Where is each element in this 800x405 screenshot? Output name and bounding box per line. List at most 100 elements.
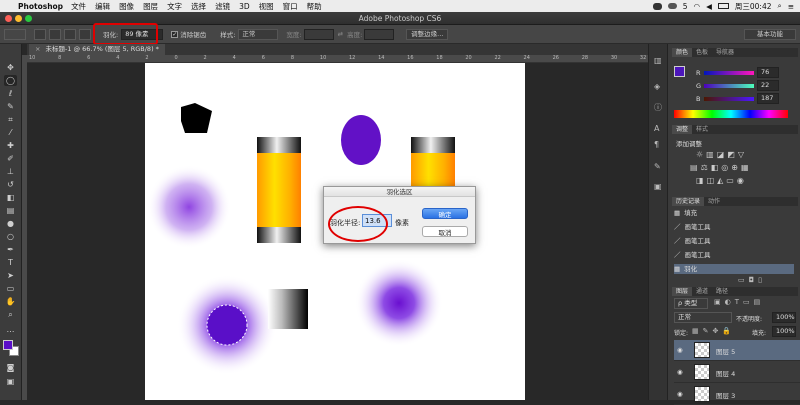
- brush-panel-icon[interactable]: ✎: [654, 162, 661, 171]
- history-item[interactable]: ／画笔工具: [674, 236, 794, 246]
- menu-select[interactable]: 选择: [191, 1, 206, 12]
- hue-sat-icon[interactable]: ▤: [690, 163, 701, 172]
- g-input[interactable]: 22: [757, 80, 779, 91]
- info-panel-icon[interactable]: ⓘ: [654, 102, 662, 113]
- r-input[interactable]: 76: [757, 67, 779, 78]
- tab-color[interactable]: 颜色: [672, 48, 693, 57]
- filter-type-icon[interactable]: T: [735, 298, 743, 306]
- clock[interactable]: 周三00:42: [735, 1, 772, 12]
- menu-image[interactable]: 图像: [119, 1, 134, 12]
- history-item[interactable]: ／画笔工具: [674, 222, 794, 232]
- menu-file[interactable]: 文件: [71, 1, 86, 12]
- gradient-map-icon[interactable]: ▭: [726, 176, 737, 185]
- wifi-icon[interactable]: ◠: [694, 2, 701, 11]
- layer-name[interactable]: 图层 4: [716, 368, 735, 378]
- brush-tool-icon[interactable]: ✐: [4, 153, 17, 164]
- crop-tool-icon[interactable]: ⌗: [4, 114, 17, 125]
- history-panel-icon[interactable]: ▥: [654, 56, 662, 65]
- healing-tool-icon[interactable]: ✚: [4, 140, 17, 151]
- levels-icon[interactable]: ▥: [706, 150, 717, 159]
- curves-icon[interactable]: ◪: [717, 150, 728, 159]
- layer-name[interactable]: 图层 5: [716, 346, 735, 356]
- threshold-icon[interactable]: ◭: [717, 176, 726, 185]
- antialias-checkbox[interactable]: ✓: [171, 30, 179, 38]
- ok-button[interactable]: 确定: [422, 208, 468, 219]
- move-tool-icon[interactable]: ✥: [4, 62, 17, 73]
- close-window-button[interactable]: [5, 15, 12, 22]
- history-brush-tool-icon[interactable]: ↺: [4, 179, 17, 190]
- clone-stamp-tool-icon[interactable]: ⊥: [4, 166, 17, 177]
- tab-adjustments[interactable]: 调整: [672, 125, 693, 134]
- paragraph-panel-icon[interactable]: ¶: [654, 140, 659, 149]
- photo-filter-icon[interactable]: ◎: [721, 163, 731, 172]
- path-select-tool-icon[interactable]: ➤: [4, 270, 17, 281]
- properties-panel-icon[interactable]: ◈: [654, 82, 660, 91]
- add-selection-button[interactable]: [49, 28, 61, 40]
- tab-actions[interactable]: 动作: [704, 197, 724, 206]
- volume-icon[interactable]: ◀: [706, 2, 712, 11]
- color-balance-icon[interactable]: ⚖: [701, 163, 711, 172]
- fill-input[interactable]: 100%: [772, 326, 796, 337]
- screen-mode-icon[interactable]: ▣: [4, 376, 17, 387]
- bw-icon[interactable]: ◧: [711, 163, 722, 172]
- visibility-eye-icon[interactable]: ◉: [677, 368, 683, 376]
- selective-color-icon[interactable]: ◉: [737, 176, 747, 185]
- swap-dimensions-icon[interactable]: ⇄: [338, 30, 343, 38]
- intersect-selection-button[interactable]: [79, 28, 91, 40]
- invert-icon[interactable]: ◨: [696, 176, 707, 185]
- tab-layers[interactable]: 图层: [672, 287, 693, 296]
- lock-image-icon[interactable]: ✎: [703, 327, 713, 335]
- cloud-icon[interactable]: [667, 3, 677, 9]
- menu-layer[interactable]: 图层: [143, 1, 158, 12]
- marquee-preset-picker[interactable]: [4, 28, 26, 40]
- width-input[interactable]: [303, 28, 334, 40]
- foreground-color-swatch[interactable]: [3, 340, 13, 350]
- wechat-icon[interactable]: [652, 2, 662, 10]
- color-spectrum-bar[interactable]: [674, 110, 788, 118]
- blend-mode-select[interactable]: 正常: [674, 312, 732, 323]
- layer-row[interactable]: ◉ 图层 4: [674, 362, 800, 383]
- pen-tool-icon[interactable]: ✒: [4, 244, 17, 255]
- 3d-panel-icon[interactable]: ▣: [654, 182, 662, 191]
- minimize-window-button[interactable]: [15, 15, 22, 22]
- menu-app-name[interactable]: Photoshop: [18, 2, 63, 11]
- tab-paths[interactable]: 路径: [712, 287, 732, 296]
- posterize-icon[interactable]: ◫: [707, 176, 718, 185]
- tab-styles[interactable]: 样式: [692, 125, 712, 134]
- visibility-eye-icon[interactable]: ◉: [677, 390, 683, 398]
- zoom-window-button[interactable]: [25, 15, 32, 22]
- layer-kind-filter[interactable]: ρ 类型: [674, 298, 708, 309]
- style-select[interactable]: 正常: [238, 28, 279, 40]
- cancel-button[interactable]: 取消: [422, 226, 468, 237]
- visibility-eye-icon[interactable]: ◉: [677, 346, 683, 354]
- opacity-input[interactable]: 100%: [772, 312, 796, 323]
- filter-pixel-icon[interactable]: ▣: [714, 298, 725, 306]
- menu-window[interactable]: 窗口: [283, 1, 298, 12]
- trash-icon[interactable]: ▯: [758, 276, 766, 284]
- r-slider[interactable]: [704, 71, 754, 75]
- new-document-icon[interactable]: ▭: [738, 276, 749, 284]
- layer-row-active[interactable]: ◉ 图层 5: [674, 340, 800, 361]
- shape-tool-icon[interactable]: ▭: [4, 283, 17, 294]
- snapshot-icon[interactable]: ◘: [749, 276, 759, 284]
- lock-all-icon[interactable]: 🔒: [722, 327, 735, 335]
- gradient-tool-icon[interactable]: ▤: [4, 205, 17, 216]
- lasso-tool-icon[interactable]: ℓ: [4, 88, 17, 99]
- search-icon[interactable]: ⌕: [778, 1, 782, 11]
- quick-mask-icon[interactable]: ◙: [4, 362, 17, 373]
- subtract-selection-button[interactable]: [64, 28, 76, 40]
- b-slider[interactable]: [704, 97, 754, 101]
- history-item[interactable]: ▦ 填充: [674, 208, 794, 218]
- tab-channels[interactable]: 通道: [692, 287, 712, 296]
- color-lookup-icon[interactable]: ▦: [741, 163, 752, 172]
- filter-smart-icon[interactable]: ▤: [754, 298, 765, 306]
- layer-row[interactable]: ◉ 图层 3: [674, 384, 800, 405]
- dodge-tool-icon[interactable]: ○: [4, 231, 17, 242]
- menu-view[interactable]: 视图: [259, 1, 274, 12]
- doc-tab-close-icon[interactable]: ×: [35, 45, 40, 53]
- lock-transparent-icon[interactable]: ▦: [692, 327, 703, 335]
- menu-type[interactable]: 文字: [167, 1, 182, 12]
- vibrance-icon[interactable]: ▽: [738, 150, 747, 159]
- eyedropper-tool-icon[interactable]: ⁄: [4, 127, 17, 138]
- history-item[interactable]: ／画笔工具: [674, 250, 794, 260]
